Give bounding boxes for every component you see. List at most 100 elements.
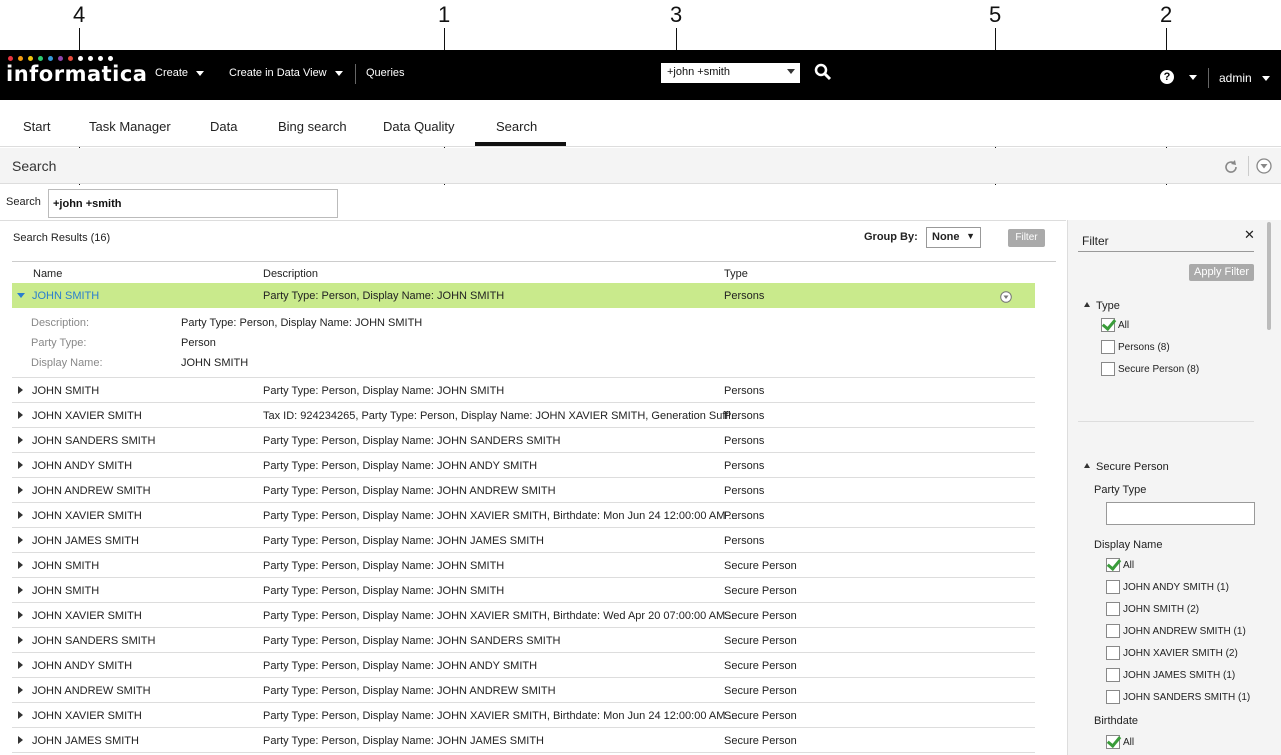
- table-row[interactable]: JOHN JAMES SMITH Party Type: Person, Disp…: [12, 728, 1035, 753]
- row-name[interactable]: JOHN SMITH: [32, 585, 99, 597]
- checkbox[interactable]: [1101, 318, 1115, 332]
- expand-icon[interactable]: [18, 736, 23, 744]
- checkbox[interactable]: [1106, 668, 1120, 682]
- expand-icon[interactable]: [18, 386, 23, 394]
- scrollbar[interactable]: [1267, 222, 1271, 330]
- expand-icon[interactable]: [18, 636, 23, 644]
- row-options-icon[interactable]: [1000, 291, 1012, 303]
- row-name[interactable]: JOHN ANDY SMITH: [32, 660, 132, 672]
- row-name[interactable]: JOHN SMITH: [32, 560, 99, 572]
- help-icon[interactable]: ?: [1160, 70, 1174, 84]
- table-row-selected[interactable]: JOHN SMITH Party Type: Person, Display N…: [12, 283, 1035, 308]
- expand-icon[interactable]: [18, 661, 23, 669]
- tab-task-manager[interactable]: Task Manager: [89, 119, 171, 134]
- table-row[interactable]: JOHN ANDY SMITH Party Type: Person, Displ…: [12, 453, 1035, 478]
- expand-icon[interactable]: [18, 711, 23, 719]
- checkbox[interactable]: [1101, 340, 1115, 354]
- user-menu[interactable]: admin: [1219, 71, 1270, 85]
- collapse-icon[interactable]: [1084, 463, 1090, 468]
- row-name[interactable]: JOHN SANDERS SMITH: [32, 435, 155, 447]
- search-icon[interactable]: [814, 63, 832, 81]
- row-name[interactable]: JOHN SMITH: [32, 385, 99, 397]
- expand-icon[interactable]: [18, 536, 23, 544]
- row-name[interactable]: JOHN XAVIER SMITH: [32, 710, 142, 722]
- tab-data[interactable]: Data: [210, 119, 237, 134]
- table-row[interactable]: JOHN XAVIER SMITH Party Type: Person, Dis…: [12, 703, 1035, 728]
- checkbox[interactable]: [1101, 362, 1115, 376]
- expand-icon[interactable]: [18, 586, 23, 594]
- expand-icon[interactable]: [18, 411, 23, 419]
- collapse-icon[interactable]: [1084, 302, 1090, 307]
- dropdown-icon[interactable]: [787, 69, 795, 74]
- row-name[interactable]: JOHN JAMES SMITH: [32, 535, 139, 547]
- expand-icon[interactable]: [18, 461, 23, 469]
- checkbox[interactable]: [1106, 558, 1120, 572]
- expand-icon[interactable]: [18, 511, 23, 519]
- checkbox[interactable]: [1106, 602, 1120, 616]
- checkbox[interactable]: [1106, 646, 1120, 660]
- tab-bing-search[interactable]: Bing search: [278, 119, 347, 134]
- create-in-data-view-menu[interactable]: Create in Data View: [229, 67, 343, 79]
- row-name[interactable]: JOHN XAVIER SMITH: [32, 610, 142, 622]
- group-by-select[interactable]: None ▼: [926, 227, 981, 248]
- callout-3: 3: [670, 2, 683, 27]
- row-name[interactable]: JOHN ANDREW SMITH: [32, 485, 151, 497]
- create-menu[interactable]: Create: [155, 67, 205, 79]
- row-name[interactable]: JOHN JAMES SMITH: [32, 735, 139, 747]
- global-search-input[interactable]: +john +smith: [661, 63, 800, 83]
- row-name[interactable]: JOHN SANDERS SMITH: [32, 635, 155, 647]
- table-row[interactable]: JOHN SANDERS SMITH Party Type: Person, Di…: [12, 428, 1035, 453]
- expand-icon[interactable]: [18, 436, 23, 444]
- expand-icon[interactable]: [18, 686, 23, 694]
- tab-start[interactable]: Start: [23, 119, 50, 134]
- apply-filter-button[interactable]: Apply Filter: [1189, 264, 1254, 281]
- results-count: Search Results (16): [13, 232, 111, 244]
- table-row[interactable]: JOHN SMITH Party Type: Person, Display Na…: [12, 378, 1035, 403]
- queries-menu[interactable]: Queries: [366, 67, 405, 79]
- table-row[interactable]: JOHN XAVIER SMITH Party Type: Person, Dis…: [12, 503, 1035, 528]
- filter-section-secure-person[interactable]: Secure Person: [1084, 461, 1169, 473]
- column-header-name[interactable]: Name: [33, 268, 62, 280]
- close-icon[interactable]: ✕: [1244, 227, 1255, 243]
- table-row[interactable]: JOHN ANDREW SMITH Party Type: Person, Dis…: [12, 678, 1035, 703]
- expand-icon[interactable]: [18, 561, 23, 569]
- table-row[interactable]: JOHN ANDY SMITH Party Type: Person, Displ…: [12, 653, 1035, 678]
- table-row[interactable]: JOHN JAMES SMITH Party Type: Person, Disp…: [12, 528, 1035, 553]
- group-by-label: Group By:: [864, 231, 918, 243]
- help-menu-caret[interactable]: [1181, 71, 1197, 83]
- table-row[interactable]: JOHN ANDREW SMITH Party Type: Person, Dis…: [12, 478, 1035, 503]
- row-name[interactable]: JOHN ANDREW SMITH: [32, 685, 151, 697]
- options-menu-icon[interactable]: [1256, 158, 1272, 174]
- row-name[interactable]: JOHN XAVIER SMITH: [32, 510, 142, 522]
- filter-button[interactable]: Filter: [1008, 229, 1045, 247]
- row-name[interactable]: JOHN ANDY SMITH: [32, 460, 132, 472]
- row-type: Persons: [724, 435, 765, 447]
- table-row[interactable]: JOHN XAVIER SMITH Tax ID: 924234265, Part…: [12, 403, 1035, 428]
- checkbox[interactable]: [1106, 690, 1120, 704]
- tab-data-quality[interactable]: Data Quality: [383, 119, 455, 134]
- callout-2: 2: [1160, 2, 1173, 27]
- column-header-description[interactable]: Description: [263, 268, 318, 280]
- checkbox[interactable]: [1106, 735, 1120, 749]
- row-description: Party Type: Person, Display Name: JOHN J…: [263, 535, 544, 547]
- row-name[interactable]: JOHN SMITH: [32, 290, 99, 302]
- collapse-icon[interactable]: [17, 293, 25, 298]
- filter-title: Filter: [1082, 234, 1109, 248]
- row-name[interactable]: JOHN XAVIER SMITH: [32, 410, 142, 422]
- table-row[interactable]: JOHN SMITH Party Type: Person, Display Na…: [12, 553, 1035, 578]
- checkbox[interactable]: [1106, 580, 1120, 594]
- expand-icon[interactable]: [18, 611, 23, 619]
- refresh-icon[interactable]: [1223, 159, 1239, 175]
- party-type-input[interactable]: [1106, 502, 1255, 525]
- search-input[interactable]: +john +smith: [48, 189, 338, 218]
- table-row[interactable]: JOHN SANDERS SMITH Party Type: Person, Di…: [12, 628, 1035, 653]
- table-row[interactable]: JOHN XAVIER SMITH Party Type: Person, Dis…: [12, 603, 1035, 628]
- row-type: Secure Person: [724, 685, 797, 697]
- expand-icon[interactable]: [18, 486, 23, 494]
- column-header-type[interactable]: Type: [724, 268, 748, 280]
- checkbox[interactable]: [1106, 624, 1120, 638]
- row-description: Party Type: Person, Display Name: JOHN S…: [263, 385, 505, 397]
- table-row[interactable]: JOHN SMITH Party Type: Person, Display Na…: [12, 578, 1035, 603]
- tab-search[interactable]: Search: [496, 119, 537, 134]
- filter-section-type[interactable]: Type: [1084, 300, 1120, 312]
